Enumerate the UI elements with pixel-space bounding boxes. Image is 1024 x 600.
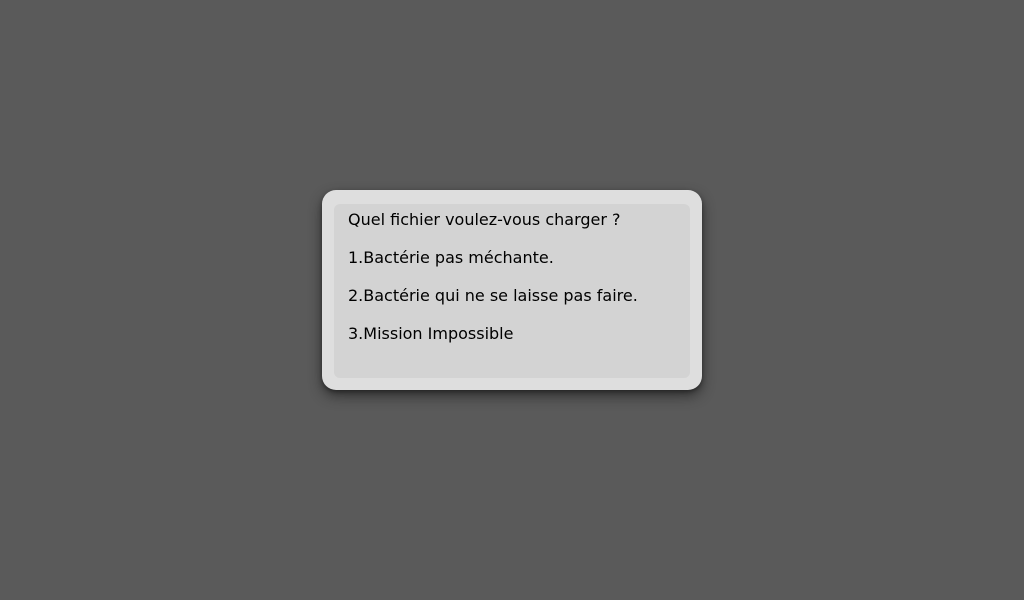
dialog-prompt: Quel fichier voulez-vous charger ? [348,210,621,229]
load-file-dialog: Quel fichier voulez-vous charger ? 1.Bac… [322,190,702,390]
file-option-3[interactable]: 3.Mission Impossible [348,324,513,344]
file-option-2[interactable]: 2.Bactérie qui ne se laisse pas faire. [348,286,638,306]
screen-background: Quel fichier voulez-vous charger ? 1.Bac… [0,0,1024,600]
file-option-1[interactable]: 1.Bactérie pas méchante. [348,248,554,268]
